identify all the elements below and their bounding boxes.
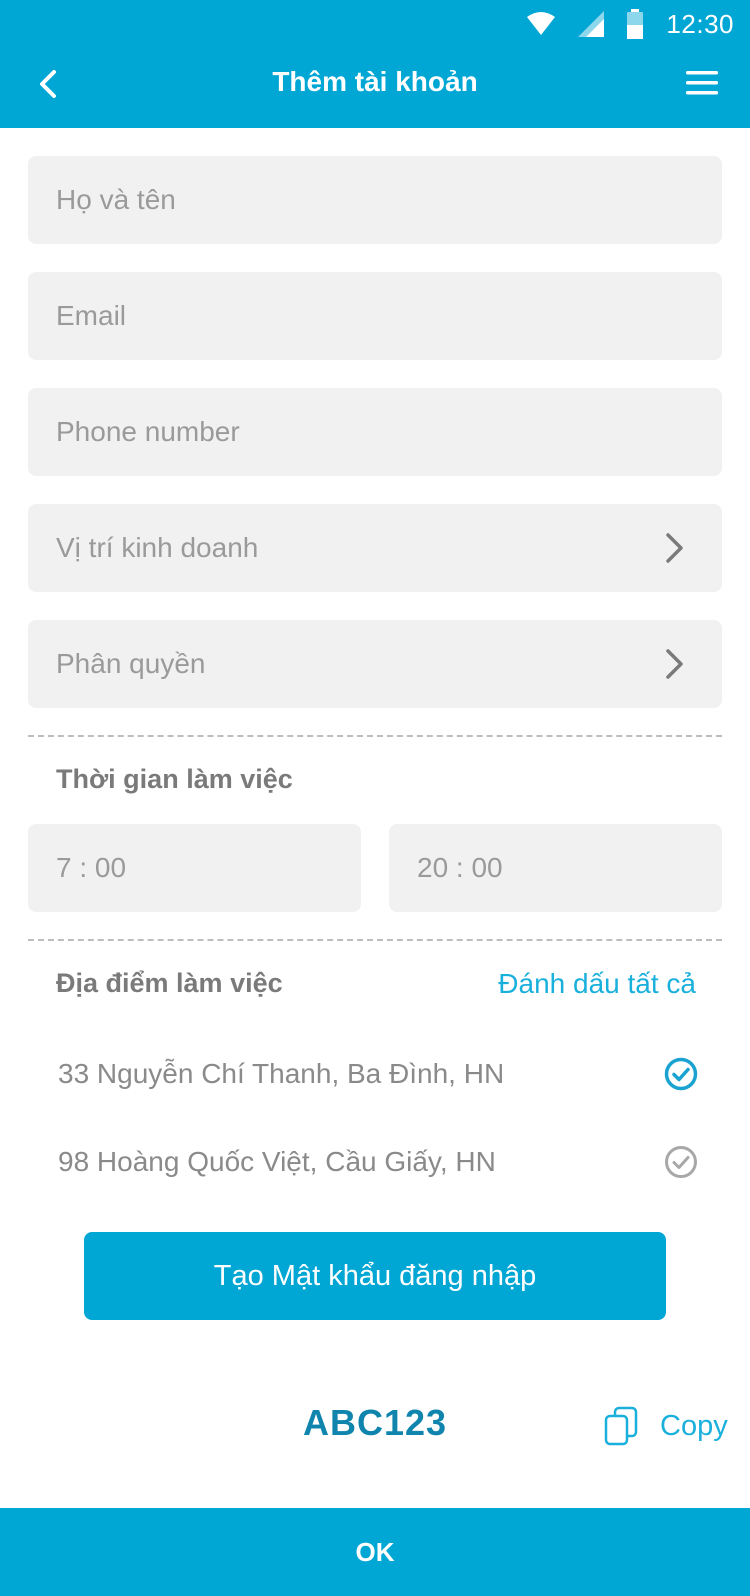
location-label: 33 Nguyễn Chí Thanh, Ba Đình, HN (58, 1058, 505, 1089)
page-title: Thêm tài khoản (272, 66, 478, 97)
generate-password-button[interactable]: Tạo Mật khẩu đăng nhập (84, 1232, 666, 1320)
email-field[interactable] (28, 272, 722, 360)
hamburger-menu-icon (686, 71, 718, 95)
app-bar: 12:30 Thêm tài khoản (0, 0, 750, 128)
permission-select[interactable]: Phân quyền (28, 620, 722, 708)
phone-input[interactable] (56, 388, 722, 476)
status-bar: 12:30 (526, 6, 734, 42)
end-time-field[interactable]: 20 : 00 (389, 824, 722, 912)
mark-all-link[interactable]: Đánh dấu tất cả (498, 968, 696, 1000)
chevron-right-icon (666, 533, 683, 563)
battery-icon (626, 9, 644, 39)
copy-label: Copy (660, 1409, 728, 1442)
start-time-field[interactable]: 7 : 00 (28, 824, 361, 912)
copy-icon (604, 1406, 638, 1446)
location-item[interactable]: 98 Hoàng Quốc Việt, Cầu Giấy, HN (58, 1132, 698, 1192)
divider (28, 735, 722, 737)
full-name-field[interactable] (28, 156, 722, 244)
location-item[interactable]: 33 Nguyễn Chí Thanh, Ba Đình, HN (58, 1044, 698, 1104)
working-time-title: Thời gian làm việc (56, 764, 293, 794)
ok-button[interactable]: OK (0, 1508, 750, 1596)
menu-button[interactable] (684, 68, 720, 98)
phone-field[interactable] (28, 388, 722, 476)
email-input[interactable] (56, 272, 722, 360)
permission-label: Phân quyền (56, 648, 206, 679)
toolbar: Thêm tài khoản (0, 50, 750, 116)
check-circle-icon (664, 1057, 698, 1091)
working-location-title: Địa điểm làm việc (56, 968, 283, 998)
status-time: 12:30 (666, 8, 734, 39)
business-position-select[interactable]: Vị trí kinh doanh (28, 504, 722, 592)
copy-button[interactable]: Copy (604, 1406, 728, 1446)
divider (28, 939, 722, 941)
chevron-right-icon (666, 649, 683, 679)
business-position-label: Vị trí kinh doanh (56, 532, 259, 563)
full-name-input[interactable] (56, 156, 722, 244)
check-circle-icon (665, 1146, 697, 1178)
wifi-icon (526, 12, 556, 36)
location-label: 98 Hoàng Quốc Việt, Cầu Giấy, HN (58, 1146, 496, 1177)
cellular-signal-icon (578, 11, 605, 37)
